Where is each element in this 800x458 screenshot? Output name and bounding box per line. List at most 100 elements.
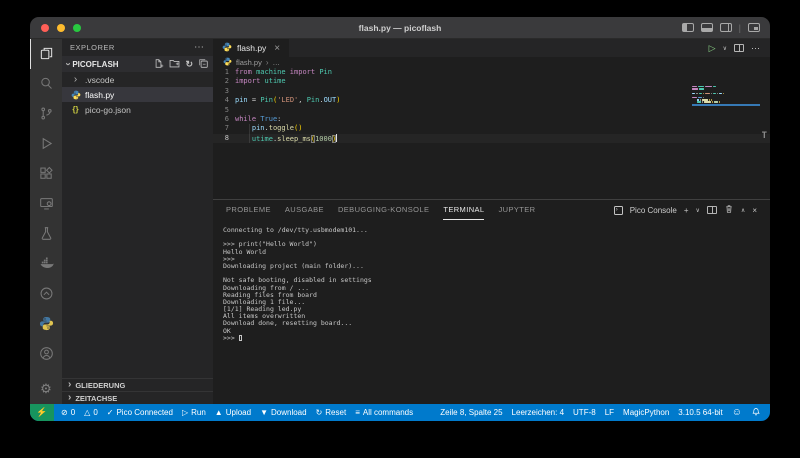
code-editor[interactable]: T 1from machine import Pin2import utime3… [213,68,770,199]
toggle-sidebar-icon[interactable] [682,23,694,32]
line-number: 7 [213,124,235,133]
collapse-all-icon[interactable] [198,58,209,71]
layout-controls: | [682,23,760,33]
tab-flash-py[interactable]: flash.py × [213,39,289,57]
activity-item-explorer[interactable] [30,39,62,69]
section-label: ZEITACHSE [75,394,117,403]
panel-tab-probleme[interactable]: PROBLEME [226,200,271,220]
line-number: 5 [213,106,235,115]
new-folder-icon[interactable] [169,58,180,71]
toggle-panel-icon[interactable] [701,23,713,32]
lightning-icon: ⚡ [36,407,47,418]
new-file-icon[interactable] [153,58,164,71]
activity-item-source-control[interactable] [30,99,62,129]
breadcrumb-file[interactable]: flash.py [236,58,262,67]
status-language-mode[interactable]: MagicPython [623,408,669,417]
folder-icon: › [70,75,81,85]
folder-section-actions: ↻ [153,58,209,71]
status-notifications[interactable] [751,407,761,419]
panel-actions: ›Pico Console+∨∧× [614,204,757,216]
close-panel-icon[interactable]: × [752,206,757,215]
terminal[interactable]: Connecting to /dev/tty.usbmodem101... >>… [213,220,770,404]
status-python-interpreter[interactable]: 3.10.5 64-bit [678,408,722,417]
minimap[interactable] [692,86,762,106]
split-terminal-icon[interactable] [707,206,717,214]
status-pico-run[interactable]: ▷Run [182,408,206,417]
code-line-3: 3 [213,87,770,96]
run-python-file-icon[interactable]: ▷ [709,43,716,54]
activity-item-python[interactable] [30,310,62,340]
file-label: flash.py [85,90,114,100]
activity-item-docker[interactable] [30,250,62,280]
panel-tab-jupyter[interactable]: JUPYTER [498,200,535,220]
panel-tab-terminal[interactable]: TERMINAL [443,200,484,220]
toggle-secondary-sidebar-icon[interactable] [720,23,732,32]
close-tab-icon[interactable]: × [274,43,280,54]
status-label: Run [191,408,206,417]
status-cursor-position[interactable]: Zeile 8, Spalte 25 [440,408,502,417]
activity-item-remote-explorer[interactable] [30,189,62,219]
panel-tab-bar: PROBLEME AUSGABE DEBUGGING-KONSOLE TERMINAL… [213,200,770,220]
breadcrumb-symbol[interactable]: … [273,58,281,67]
status-remote-indicator[interactable]: ⚡ [30,404,54,421]
run-icon: ▷ [182,408,188,417]
pico-go-icon [39,286,54,303]
folder-section-header[interactable]: › PICOFLASH ↻ [62,56,213,72]
panel-tab-debugging-konsole[interactable]: DEBUGGING-KONSOLE [338,200,429,220]
terminal-line: Download done, resetting board... [223,320,770,327]
kill-terminal-icon[interactable] [724,204,734,216]
status-label: All commands [363,408,413,417]
minimap-current-line [692,104,760,106]
file-item-flash-py[interactable]: flash.py [62,87,213,102]
panel-tab-ausgabe[interactable]: AUSGABE [285,200,324,220]
settings-icon: ⚙ [40,381,52,397]
status-pico-reset[interactable]: ↻Reset [316,408,347,417]
status-pico-all-commands[interactable]: ≡All commands [355,408,413,417]
new-terminal-icon[interactable]: + [684,206,689,215]
refresh-icon[interactable]: ↻ [185,59,193,70]
run-dropdown-chevron-icon[interactable]: ∨ [723,45,727,52]
activity-item-pico-go[interactable] [30,280,62,310]
activity-item-extensions[interactable] [30,159,62,189]
status-feedback[interactable]: ☺ [732,407,742,418]
status-eol[interactable]: LF [605,408,614,417]
sidebar-title: EXPLORER [70,43,115,52]
zoom-window-button[interactable] [73,24,81,32]
terminal-dropdown-chevron-icon[interactable]: ∨ [696,207,700,214]
text-cursor [336,134,337,142]
status-pico-upload[interactable]: ▲Upload [215,408,251,417]
console-selector[interactable]: Pico Console [630,206,677,215]
status-label: 3.10.5 64-bit [678,408,722,417]
split-editor-icon[interactable] [734,44,744,52]
status-problems-errors[interactable]: ⊘0 [61,408,75,417]
file-item--vscode[interactable]: ›.vscode [62,72,213,87]
explorer-sidebar: EXPLORER ⋯ › PICOFLASH ↻ ›.vscode flash.p… [62,39,213,404]
section-zeitachse[interactable]: ›ZEITACHSE [62,391,213,404]
minimize-window-button[interactable] [57,24,65,32]
status-pico-connected[interactable]: ✓Pico Connected [107,408,173,417]
editor-more-actions-icon[interactable]: ⋯ [751,43,761,54]
explorer-more-actions-icon[interactable]: ⋯ [194,42,205,53]
section-gliederung[interactable]: ›GLIEDERUNG [62,378,213,391]
customize-layout-icon[interactable] [748,23,760,32]
terminal-line: >>> [223,335,770,342]
feedback-icon: ☺ [732,407,742,418]
traffic-lights [41,24,81,32]
activity-item-run-debug[interactable] [30,129,62,159]
status-indentation[interactable]: Leerzeichen: 4 [512,408,564,417]
breadcrumb[interactable]: flash.py › … [213,57,770,68]
titlebar[interactable]: flash.py — picoflash | [30,17,770,39]
explorer-icon [39,46,54,63]
activity-item-search[interactable] [30,69,62,99]
activity-item-accounts[interactable] [30,340,62,370]
close-window-button[interactable] [41,24,49,32]
sidebar-bottom-sections: ›GLIEDERUNG›ZEITACHSE [62,378,213,404]
maximize-panel-chevron-icon[interactable]: ∧ [741,207,745,214]
activity-item-settings[interactable]: ⚙ [30,374,62,404]
status-encoding[interactable]: UTF-8 [573,408,596,417]
status-problems-warnings[interactable]: △0 [84,408,98,417]
check-icon: ✓ [107,408,114,417]
activity-item-testing[interactable] [30,219,62,249]
status-pico-download[interactable]: ▼Download [260,408,307,417]
file-item-pico-go-json[interactable]: {}pico-go.json [62,102,213,117]
